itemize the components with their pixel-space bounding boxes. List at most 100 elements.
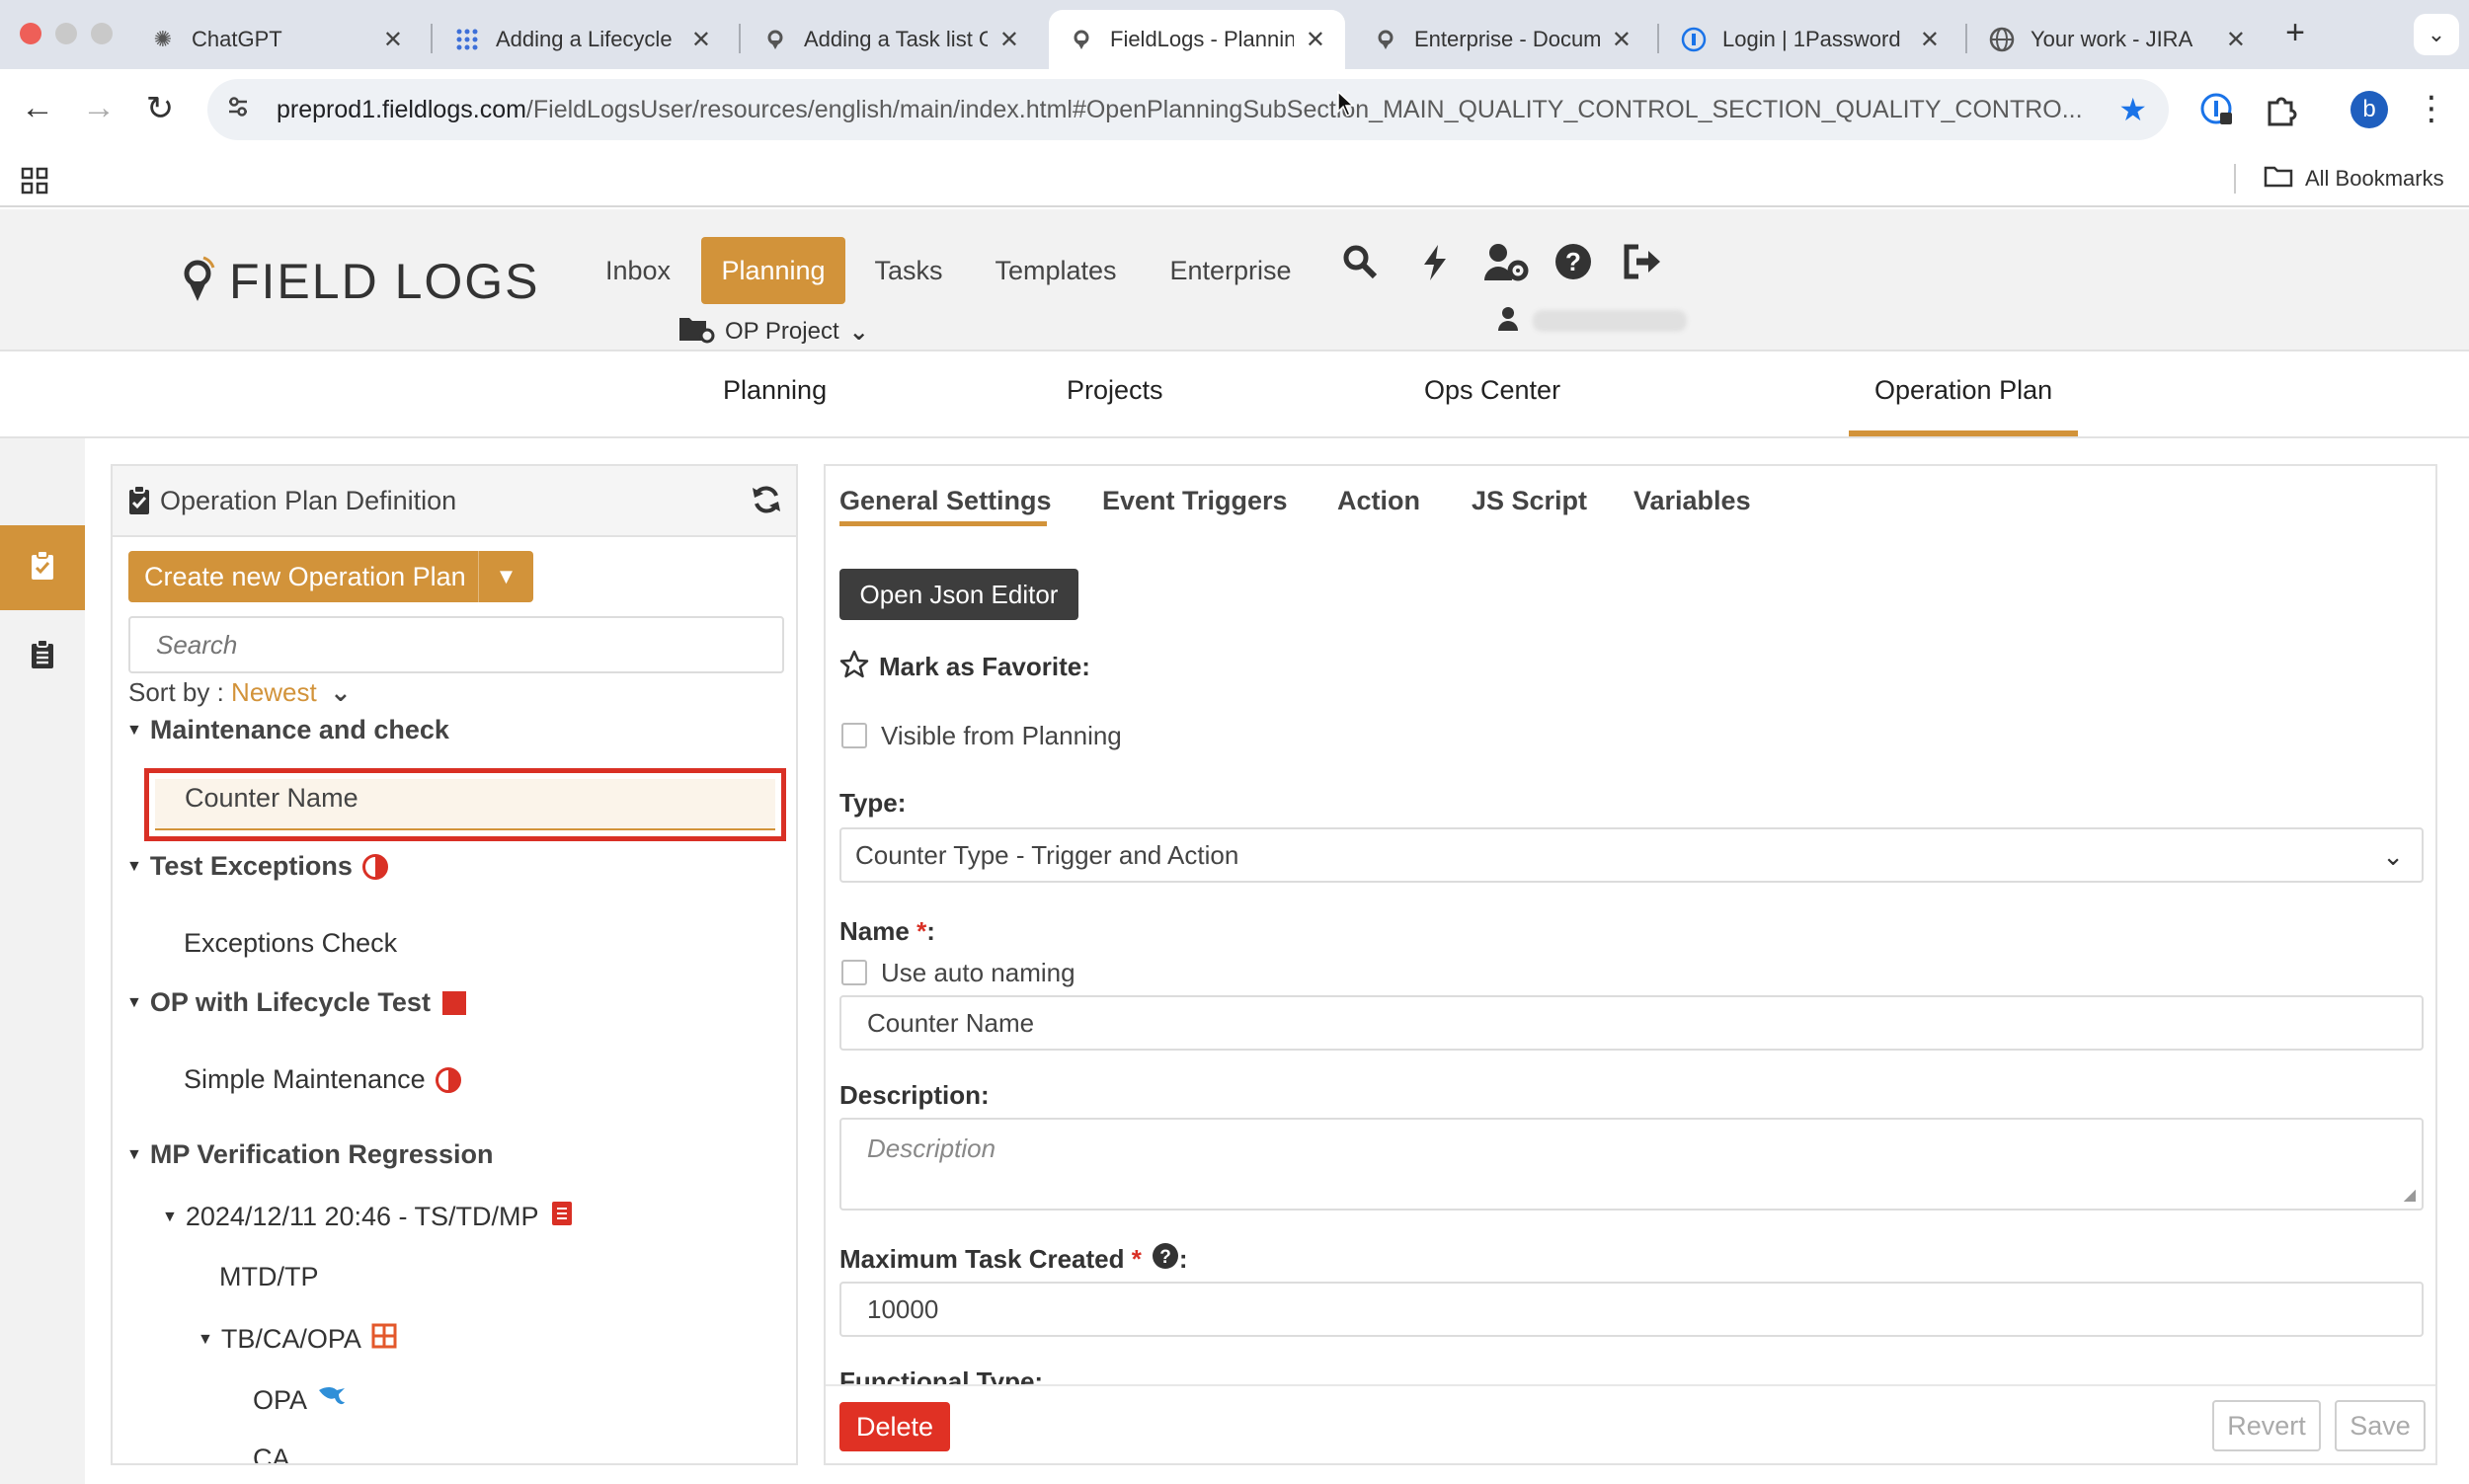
subnav-ops-center[interactable]: Ops Center xyxy=(1424,375,1560,406)
rail-operation-plan-button[interactable] xyxy=(0,525,85,610)
search-icon[interactable] xyxy=(1335,243,1385,290)
close-tab-icon[interactable]: ✕ xyxy=(691,26,711,54)
all-bookmarks-button[interactable]: All Bookmarks xyxy=(2264,164,2444,194)
tree-group-maintenance[interactable]: ▼ Maintenance and check xyxy=(126,715,449,745)
browser-tab-enterprise[interactable]: Enterprise - Docum ✕ xyxy=(1353,10,1651,69)
reload-icon[interactable]: ↻ xyxy=(140,89,180,128)
bookmark-star-icon[interactable]: ★ xyxy=(2118,91,2147,128)
save-button[interactable]: Save xyxy=(2335,1400,2426,1451)
subnav-planning[interactable]: Planning xyxy=(723,375,827,406)
bookmarks-bar xyxy=(0,150,2469,207)
tree-group-test-exceptions[interactable]: ▼ Test Exceptions xyxy=(126,851,388,882)
stop-square-icon xyxy=(441,990,466,1015)
sort-by-control[interactable]: Sort by : Newest ⌄ xyxy=(128,677,352,708)
help-icon[interactable]: ? xyxy=(1549,243,1598,290)
description-textarea[interactable]: Description ◢ xyxy=(839,1118,2424,1211)
browser-tab-task-list[interactable]: Adding a Task list C ✕ xyxy=(743,10,1039,69)
question-circle-icon[interactable]: ? xyxy=(1152,1242,1179,1277)
chevron-down-icon: ⌄ xyxy=(848,318,869,346)
delete-button[interactable]: Delete xyxy=(839,1402,950,1451)
tree-item-mtd-tp[interactable]: MTD/TP xyxy=(219,1262,319,1292)
selected-tree-item-counter-name[interactable]: Counter Name xyxy=(144,768,786,841)
nav-inbox[interactable]: Inbox xyxy=(589,237,687,304)
folder-settings-icon xyxy=(677,314,715,351)
create-operation-plan-button[interactable]: Create new Operation Plan ▼ xyxy=(128,551,533,602)
tree-group-mp-verification[interactable]: ▼ MP Verification Regression xyxy=(126,1139,493,1170)
name-input[interactable]: Counter Name xyxy=(839,995,2424,1051)
user-settings-icon[interactable] xyxy=(1481,243,1531,292)
tree-subgroup-2024-ts-td-mp[interactable]: ▼ 2024/12/11 20:46 - TS/TD/MP xyxy=(162,1201,573,1233)
revert-button[interactable]: Revert xyxy=(2212,1400,2321,1451)
close-tab-icon[interactable]: ✕ xyxy=(383,26,403,54)
fieldlogs-logo[interactable]: FIELD LOGS xyxy=(180,253,540,310)
url-text[interactable]: preprod1.fieldlogs.com/FieldLogsUser/res… xyxy=(277,96,2118,124)
close-tab-icon[interactable]: ✕ xyxy=(1612,26,1632,54)
description-label: Description: xyxy=(839,1080,990,1110)
browser-tab-jira[interactable]: Your work - JIRA ✕ xyxy=(1969,10,2266,69)
caret-down-icon[interactable]: ▼ xyxy=(478,551,533,602)
tree-group-op-lifecycle[interactable]: ▼ OP with Lifecycle Test xyxy=(126,987,466,1018)
browser-tab-1password[interactable]: Login | 1Password ✕ xyxy=(1661,10,1959,69)
onepassword-extension-icon[interactable] xyxy=(2198,91,2236,128)
grid-app-icon xyxy=(454,27,480,52)
nav-planning[interactable]: Planning xyxy=(701,237,845,304)
open-json-editor-button[interactable]: Open Json Editor xyxy=(839,569,1078,620)
refresh-icon[interactable] xyxy=(751,484,782,520)
site-settings-icon[interactable] xyxy=(225,94,265,126)
tree-subgroup-tb-ca-opa[interactable]: ▼ TB/CA/OPA xyxy=(198,1323,397,1356)
tree-item-opa[interactable]: OPA xyxy=(253,1384,347,1417)
window-minimize-button[interactable] xyxy=(55,23,77,44)
use-auto-naming-checkbox[interactable] xyxy=(841,960,867,985)
tab-event-triggers[interactable]: Event Triggers xyxy=(1102,486,1288,516)
browser-menu-icon[interactable]: ⋮ xyxy=(2412,89,2451,128)
close-tab-icon[interactable]: ✕ xyxy=(1306,26,1325,54)
subnav-operation-plan[interactable]: Operation Plan xyxy=(1874,375,2052,406)
logout-icon[interactable] xyxy=(1618,243,1667,290)
extensions-puzzle-icon[interactable] xyxy=(2262,91,2299,128)
resize-handle-icon[interactable]: ◢ xyxy=(2404,1185,2416,1205)
favorite-toggle[interactable]: Mark as Favorite: xyxy=(839,650,1090,684)
profile-avatar[interactable]: b xyxy=(2350,91,2388,128)
visible-from-planning-checkbox[interactable] xyxy=(841,723,867,748)
search-input[interactable] xyxy=(128,616,784,673)
browser-tab-lifecycle[interactable]: Adding a Lifecycle ✕ xyxy=(435,10,731,69)
tab-action[interactable]: Action xyxy=(1337,486,1420,516)
tab-search-button[interactable]: ⌄ xyxy=(2414,14,2459,55)
tab-variables[interactable]: Variables xyxy=(1633,486,1751,516)
window-maximize-button[interactable] xyxy=(91,23,113,44)
current-user[interactable] xyxy=(1497,306,1687,336)
close-tab-icon[interactable]: ✕ xyxy=(1920,26,1940,54)
svg-text:?: ? xyxy=(1565,247,1581,276)
subnav-projects[interactable]: Projects xyxy=(1067,375,1163,406)
clipboard-check-icon xyxy=(128,485,150,520)
caret-down-icon: ▼ xyxy=(126,857,142,875)
forward-arrow-icon[interactable]: → xyxy=(79,89,119,127)
max-task-input[interactable]: 10000 xyxy=(839,1282,2424,1337)
nav-templates[interactable]: Templates xyxy=(982,237,1130,304)
browser-tab-fieldlogs-planning[interactable]: FieldLogs - Plannin ✕ xyxy=(1049,10,1345,69)
onepassword-icon xyxy=(1681,27,1707,52)
new-tab-icon[interactable]: + xyxy=(2275,14,2315,52)
tab-general-settings[interactable]: General Settings xyxy=(839,486,1052,516)
back-arrow-icon[interactable]: ← xyxy=(18,89,57,127)
lightning-bolt-icon[interactable] xyxy=(1410,243,1460,292)
apps-grid-icon[interactable] xyxy=(20,166,49,195)
tab-js-script[interactable]: JS Script xyxy=(1472,486,1587,516)
tree-item-simple-maintenance[interactable]: Simple Maintenance xyxy=(184,1064,461,1095)
window-close-button[interactable] xyxy=(20,23,41,44)
chevron-down-icon: ⌄ xyxy=(2382,841,2404,871)
rail-clipboard-list-button[interactable] xyxy=(0,632,85,681)
address-bar[interactable]: preprod1.fieldlogs.com/FieldLogsUser/res… xyxy=(207,79,2169,140)
active-tab-indicator xyxy=(839,521,1047,526)
max-task-label: Maximum Task Created * ? : xyxy=(839,1242,1188,1277)
tree-item-ca[interactable]: CA xyxy=(253,1444,290,1463)
type-select[interactable]: Counter Type - Trigger and Action ⌄ xyxy=(839,827,2424,883)
close-tab-icon[interactable]: ✕ xyxy=(999,26,1019,54)
nav-tasks[interactable]: Tasks xyxy=(859,237,958,304)
user-icon xyxy=(1497,306,1519,337)
project-selector[interactable]: OP Project ⌄ xyxy=(677,314,869,350)
nav-enterprise[interactable]: Enterprise xyxy=(1152,237,1310,304)
close-tab-icon[interactable]: ✕ xyxy=(2226,26,2246,54)
browser-tab-chatgpt[interactable]: ✺ ChatGPT ✕ xyxy=(130,10,423,69)
tree-item-exceptions-check[interactable]: Exceptions Check xyxy=(184,928,397,959)
